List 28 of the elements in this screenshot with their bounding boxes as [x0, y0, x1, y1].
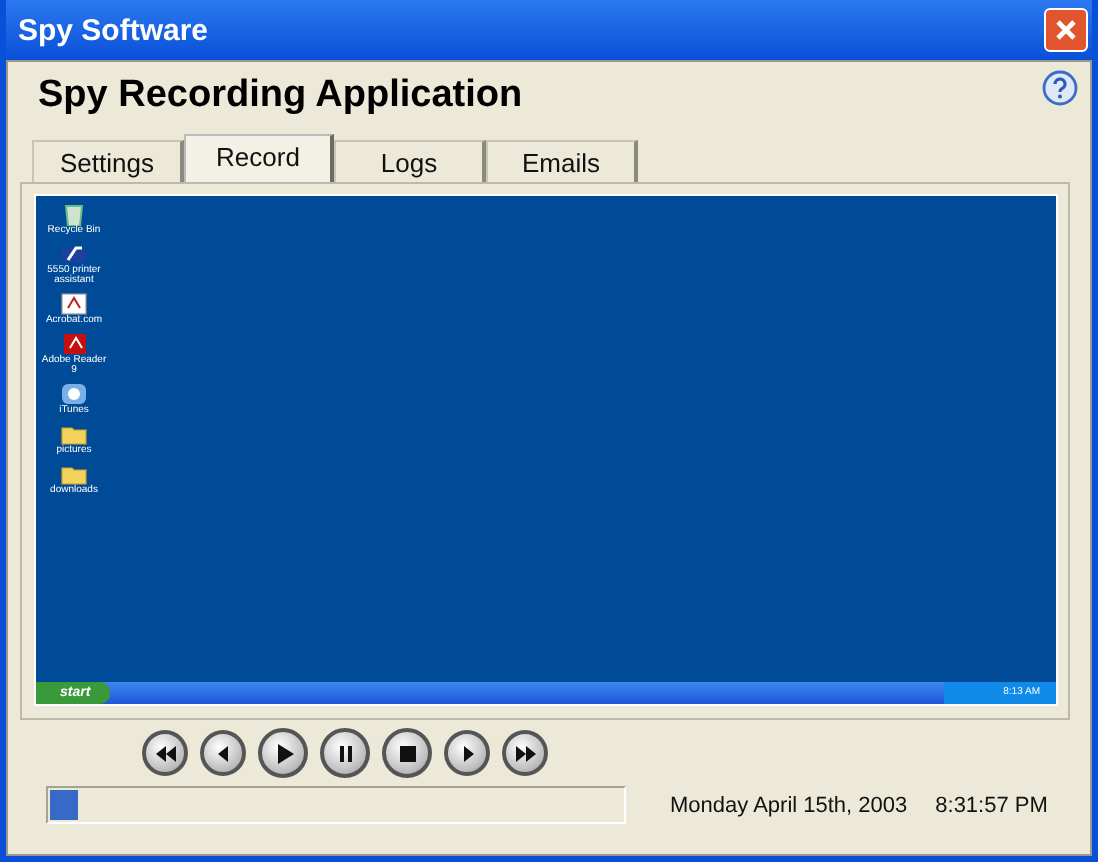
- close-icon: [1054, 18, 1078, 42]
- status-time: 8:31:57 PM: [935, 793, 1048, 817]
- tab[interactable]: Record: [184, 134, 334, 182]
- rewind-button[interactable]: [142, 730, 188, 776]
- pdf-icon[interactable]: [60, 332, 88, 356]
- tab[interactable]: Emails: [486, 140, 638, 182]
- printer-icon[interactable]: [60, 242, 88, 266]
- status-date: Monday April 15th, 2003: [670, 793, 908, 817]
- tab[interactable]: Logs: [334, 140, 486, 182]
- window-title: Spy Software: [18, 13, 209, 47]
- folder-icon[interactable]: [60, 462, 88, 486]
- previous-button[interactable]: [200, 730, 246, 776]
- music-icon[interactable]: [60, 382, 88, 406]
- fast-forward-icon: [513, 741, 537, 765]
- app-heading: Spy Recording Application: [38, 74, 523, 118]
- recycle-bin-icon[interactable]: [60, 202, 88, 226]
- document-icon[interactable]: [60, 292, 88, 316]
- stop-icon: [395, 741, 419, 765]
- stop-button[interactable]: [382, 728, 432, 778]
- pause-button[interactable]: [320, 728, 370, 778]
- next-button[interactable]: [444, 730, 490, 776]
- help-icon[interactable]: [1042, 70, 1078, 106]
- rewind-icon: [153, 741, 177, 765]
- folder-icon[interactable]: [60, 422, 88, 446]
- close-button[interactable]: [1044, 8, 1088, 52]
- tab[interactable]: Settings: [32, 140, 184, 182]
- fast-forward-button[interactable]: [502, 730, 548, 776]
- play-button[interactable]: [258, 728, 308, 778]
